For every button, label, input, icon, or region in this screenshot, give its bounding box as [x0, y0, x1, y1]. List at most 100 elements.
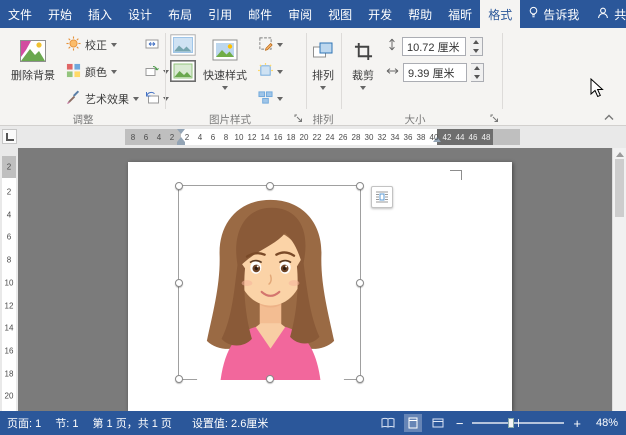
- tab-foxit[interactable]: 福昕: [440, 0, 480, 28]
- height-icon: [386, 38, 398, 56]
- artistic-effects-button[interactable]: 艺术效果: [66, 87, 142, 111]
- zoom-slider-thumb[interactable]: [508, 418, 515, 428]
- resize-handle-top-center[interactable]: [265, 182, 274, 190]
- status-section[interactable]: 节: 1: [48, 415, 85, 431]
- artistic-effects-label: 艺术效果: [85, 94, 129, 106]
- scrollbar-thumb[interactable]: [615, 159, 624, 217]
- picture-effects-button[interactable]: [258, 60, 283, 84]
- picture-effects-icon: [258, 63, 273, 81]
- tellme-tab[interactable]: 告诉我: [520, 0, 587, 28]
- resize-handle-bottom-left[interactable]: [175, 375, 183, 383]
- quick-styles-icon: [212, 36, 238, 66]
- zoom-percentage[interactable]: 48%: [590, 417, 618, 429]
- dropdown-caret: [222, 86, 228, 90]
- h-ruler-number: 34: [390, 133, 400, 142]
- h-ruler-number: 28: [351, 133, 361, 142]
- tab-view[interactable]: 视图: [320, 0, 360, 28]
- resize-handle-bottom-center[interactable]: [265, 375, 274, 383]
- color-icon: [66, 63, 81, 81]
- tab-insert[interactable]: 插入: [80, 0, 120, 28]
- tab-design[interactable]: 设计: [120, 0, 160, 28]
- h-ruler-number: 10: [234, 133, 244, 142]
- resize-handle-top-right[interactable]: [356, 182, 364, 190]
- h-ruler-number: 36: [403, 133, 413, 142]
- zoom-out-button[interactable]: −: [454, 417, 466, 430]
- quick-styles-button[interactable]: 快速样式: [198, 31, 252, 111]
- layout-options-button[interactable]: [371, 186, 393, 208]
- color-label: 颜色: [85, 67, 107, 79]
- tellme-label: 告诉我: [543, 7, 580, 22]
- crop-button[interactable]: 裁剪: [345, 31, 381, 111]
- tab-file[interactable]: 文件: [0, 0, 40, 28]
- tab-developer[interactable]: 开发: [360, 0, 400, 28]
- tab-references[interactable]: 引用: [200, 0, 240, 28]
- left-indent-marker[interactable]: [177, 142, 185, 145]
- compress-picture-button[interactable]: [145, 33, 159, 57]
- tab-help[interactable]: 帮助: [400, 0, 440, 28]
- h-ruler-number: 4: [197, 133, 203, 142]
- tab-stop-selector[interactable]: [2, 129, 17, 144]
- dropdown-caret: [360, 86, 366, 90]
- arrange-button[interactable]: 排列: [308, 31, 338, 111]
- arrange-group-label: 排列: [312, 114, 334, 126]
- v-ruler-number: 14: [4, 323, 14, 333]
- width-icon: [386, 64, 399, 82]
- share-button[interactable]: 共享: [587, 0, 626, 28]
- artistic-effects-icon: [66, 90, 81, 108]
- vertical-scrollbar[interactable]: [612, 148, 626, 411]
- zoom-slider[interactable]: [472, 418, 565, 428]
- dropdown-caret: [277, 43, 283, 47]
- shape-height-field: 10.72 厘米: [386, 37, 483, 56]
- read-mode-button[interactable]: [379, 414, 397, 432]
- remove-background-button[interactable]: 删除背景: [4, 31, 62, 111]
- size-dialog-launcher[interactable]: [489, 113, 500, 124]
- picture-layout-button[interactable]: [258, 87, 283, 111]
- h-ruler-number: 30: [364, 133, 374, 142]
- status-page-of-total[interactable]: 第 1 页，共 1 页: [85, 415, 178, 431]
- resize-handle-middle-right[interactable]: [356, 278, 364, 287]
- tab-format[interactable]: 格式: [480, 0, 521, 28]
- width-input[interactable]: 9.39 厘米: [403, 63, 467, 82]
- collapse-ribbon-button[interactable]: [602, 112, 616, 122]
- share-label: 共享: [614, 7, 626, 22]
- change-picture-icon: [145, 64, 159, 81]
- width-spinner[interactable]: [471, 63, 484, 82]
- picture-selection-frame[interactable]: [175, 182, 364, 383]
- v-ruler-number: 2: [6, 187, 12, 197]
- resize-handle-bottom-right[interactable]: [356, 375, 364, 383]
- picture-style-thumbnail[interactable]: [170, 34, 196, 56]
- tab-mailings[interactable]: 邮件: [240, 0, 280, 28]
- ruler-row: 8 6 4 2 2 4 6 8 10 12 14 16 18 20 22 24 26 28 30 32 34 36 38 40…: [0, 126, 626, 148]
- picture-layout-icon: [258, 90, 273, 108]
- dropdown-caret: [111, 43, 117, 47]
- v-ruler-number: 10: [4, 278, 14, 288]
- picture-style-thumbnail[interactable]: [170, 60, 196, 82]
- height-spinner[interactable]: [470, 37, 483, 56]
- zoom-in-button[interactable]: +: [571, 417, 583, 430]
- height-input[interactable]: 10.72 厘米: [402, 37, 466, 56]
- picture-styles-dialog-launcher[interactable]: [293, 113, 304, 124]
- tab-review[interactable]: 审阅: [280, 0, 320, 28]
- h-ruler-number: 4: [156, 133, 162, 142]
- document-page[interactable]: [128, 162, 512, 411]
- color-button[interactable]: 颜色: [66, 60, 142, 84]
- corrections-button[interactable]: 校正: [66, 33, 142, 57]
- print-layout-button[interactable]: [403, 414, 422, 432]
- resize-handle-middle-left[interactable]: [175, 278, 183, 287]
- web-layout-button[interactable]: [429, 414, 447, 432]
- quick-styles-label: 快速样式: [203, 70, 247, 82]
- horizontal-ruler[interactable]: 8 6 4 2 2 4 6 8 10 12 14 16 18 20 22 24 26 28 30 32 34 36 38 40…: [125, 129, 520, 145]
- status-page-number[interactable]: 页面: 1: [0, 415, 48, 431]
- resize-handle-top-left[interactable]: [175, 182, 183, 190]
- h-ruler-number: 42: [442, 133, 452, 142]
- scroll-up-arrow[interactable]: [615, 152, 624, 157]
- selected-picture[interactable]: [196, 194, 345, 380]
- picture-border-button[interactable]: [258, 33, 283, 57]
- h-ruler-number: 12: [247, 133, 257, 142]
- dropdown-caret: [163, 70, 169, 74]
- picture-styles-group-label: 图片样式: [209, 114, 251, 126]
- tab-home[interactable]: 开始: [40, 0, 80, 28]
- left-tab-icon: [6, 133, 14, 141]
- tab-layout[interactable]: 布局: [160, 0, 200, 28]
- vertical-ruler[interactable]: 2 2 4 6 8 10 12 14 16 18 20: [0, 148, 18, 411]
